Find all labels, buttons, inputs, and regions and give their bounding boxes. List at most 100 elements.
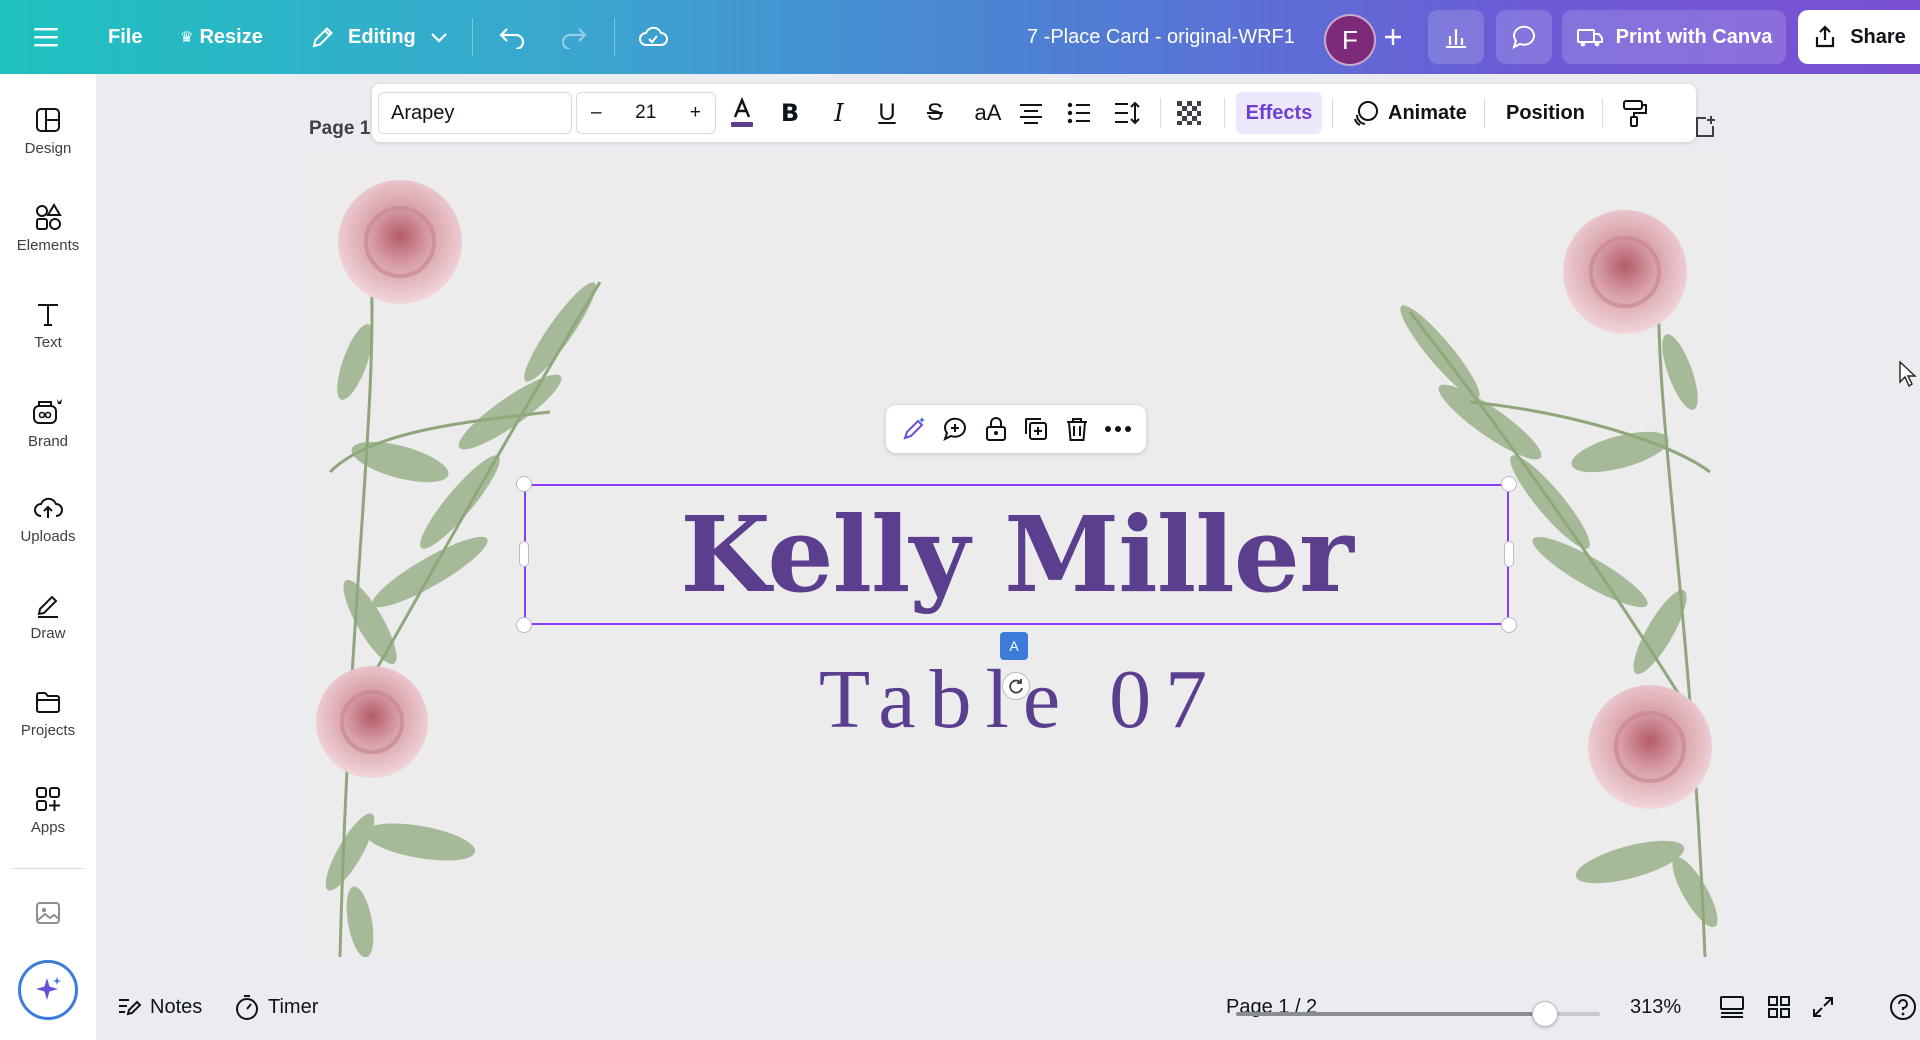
menu-button[interactable] bbox=[34, 0, 60, 74]
decrease-size-button[interactable]: – bbox=[591, 102, 602, 124]
resize-handle-right[interactable] bbox=[1504, 541, 1514, 567]
bar-chart-icon bbox=[1446, 29, 1466, 48]
page-indicator-button[interactable]: Page 1 / 2 bbox=[1226, 974, 1317, 1040]
copy-style-button[interactable] bbox=[1618, 96, 1652, 130]
brand-icon bbox=[33, 399, 62, 424]
lock-button[interactable] bbox=[980, 413, 1012, 445]
font-family-select[interactable]: Arapey bbox=[378, 92, 572, 134]
sidebar-item-elements[interactable]: Elements bbox=[0, 191, 96, 281]
sidebar-item-text[interactable]: Text bbox=[0, 288, 96, 378]
image-icon bbox=[36, 902, 60, 924]
position-button[interactable]: Position bbox=[1506, 92, 1585, 134]
timer-button[interactable]: Timer bbox=[234, 974, 318, 1040]
sidebar-item-apps[interactable]: Apps bbox=[0, 773, 96, 863]
sidebar-item-label: Elements bbox=[16, 237, 80, 254]
add-comment-button[interactable] bbox=[939, 413, 971, 445]
zoom-slider-handle[interactable] bbox=[1532, 1001, 1558, 1027]
notes-button[interactable]: Notes bbox=[116, 974, 202, 1040]
expand-icon bbox=[1813, 997, 1833, 1017]
document-title-text: 7 -Place Card - original-WRF1 bbox=[1027, 25, 1295, 48]
sidebar-item-draw[interactable]: Draw bbox=[0, 579, 96, 669]
effects-button[interactable]: Effects bbox=[1236, 92, 1322, 134]
pages-view-button[interactable] bbox=[1718, 974, 1746, 1040]
paint-roller-icon bbox=[1623, 100, 1647, 127]
undo-button[interactable] bbox=[498, 0, 526, 74]
sidebar-item-projects[interactable]: Projects bbox=[0, 676, 96, 766]
more-options-button[interactable] bbox=[1102, 413, 1134, 445]
add-collaborator-button[interactable] bbox=[1382, 0, 1404, 74]
text-color-button[interactable] bbox=[725, 96, 759, 130]
underline-button[interactable]: U bbox=[870, 96, 904, 130]
resize-button[interactable]: ♛ Resize bbox=[180, 0, 263, 74]
projects-icon bbox=[36, 692, 60, 713]
rotate-icon bbox=[1009, 679, 1023, 694]
list-button[interactable] bbox=[1062, 96, 1096, 130]
sidebar-item-label: Apps bbox=[30, 819, 66, 836]
insights-button[interactable] bbox=[1428, 10, 1484, 64]
resize-handle-bottom-left[interactable] bbox=[516, 617, 532, 633]
rotate-handle[interactable] bbox=[1002, 672, 1030, 700]
resize-label: Resize bbox=[199, 25, 263, 48]
increase-size-button[interactable]: + bbox=[690, 102, 701, 124]
divider bbox=[472, 18, 473, 56]
divider bbox=[614, 18, 615, 56]
magic-assistant-button[interactable] bbox=[18, 960, 78, 1020]
file-menu-button[interactable]: File bbox=[108, 0, 142, 74]
avatar[interactable]: F bbox=[1324, 14, 1376, 66]
transparency-button[interactable] bbox=[1172, 96, 1206, 130]
spacing-button[interactable] bbox=[1110, 96, 1144, 130]
strikethrough-button[interactable]: S bbox=[918, 96, 952, 130]
share-icon bbox=[1816, 25, 1835, 48]
comments-button[interactable] bbox=[1496, 10, 1552, 64]
zoom-slider-fill bbox=[1236, 1012, 1545, 1016]
italic-icon: I bbox=[834, 99, 844, 127]
magic-edit-button[interactable] bbox=[898, 413, 930, 445]
bold-button[interactable]: B bbox=[773, 96, 807, 130]
editing-mode-button[interactable]: Editing bbox=[310, 0, 448, 74]
fullscreen-button[interactable] bbox=[1810, 974, 1836, 1040]
letter-case-button[interactable]: aA bbox=[966, 96, 1010, 130]
bold-icon: B bbox=[780, 99, 800, 127]
comment-add-icon bbox=[943, 417, 966, 441]
sidebar-item-uploads[interactable]: Uploads bbox=[0, 482, 96, 572]
delete-button[interactable] bbox=[1061, 413, 1093, 445]
share-button[interactable]: Share bbox=[1798, 10, 1920, 64]
sidebar-item-design[interactable]: Design bbox=[0, 94, 96, 184]
text-color-icon bbox=[731, 97, 753, 127]
duplicate-button[interactable] bbox=[1020, 413, 1052, 445]
resize-handle-top-left[interactable] bbox=[516, 476, 532, 492]
undo-icon bbox=[499, 28, 525, 49]
grid-view-button[interactable] bbox=[1766, 974, 1792, 1040]
duplicate-icon bbox=[1025, 418, 1048, 440]
timer-icon bbox=[236, 995, 258, 1020]
hamburger-icon bbox=[34, 28, 58, 47]
font-size-value[interactable]: 21 bbox=[635, 102, 656, 124]
print-with-canva-button[interactable]: Print with Canva bbox=[1562, 10, 1786, 64]
animate-button[interactable]: Animate bbox=[1352, 92, 1467, 134]
sidebar-item-brand[interactable]: Brand bbox=[0, 385, 96, 475]
document-title[interactable]: 7 -Place Card - original-WRF1 bbox=[1027, 0, 1295, 74]
timer-label: Timer bbox=[268, 995, 319, 1018]
draw-icon bbox=[37, 595, 58, 618]
notes-icon bbox=[119, 999, 142, 1016]
file-label: File bbox=[108, 25, 143, 48]
plus-icon bbox=[1385, 29, 1401, 45]
sidebar-item-label: Uploads bbox=[20, 528, 76, 545]
zoom-level-button[interactable]: 313% bbox=[1630, 974, 1681, 1040]
resize-handle-bottom-right[interactable] bbox=[1501, 617, 1517, 633]
resize-handle-top-right[interactable] bbox=[1501, 476, 1517, 492]
italic-button[interactable]: I bbox=[822, 96, 856, 130]
avatar-initial: F bbox=[1342, 24, 1358, 55]
save-status-button[interactable] bbox=[638, 0, 668, 74]
align-button[interactable] bbox=[1014, 96, 1048, 130]
print-label: Print with Canva bbox=[1615, 25, 1773, 48]
elements-icon bbox=[36, 203, 62, 230]
table-number-text[interactable]: Table 07 bbox=[560, 650, 1480, 750]
font-size-stepper[interactable]: – 21 + bbox=[576, 92, 716, 134]
resize-handle-left[interactable] bbox=[519, 541, 529, 567]
help-button[interactable] bbox=[1888, 974, 1918, 1040]
translate-icon[interactable]: A bbox=[1000, 632, 1028, 660]
sidebar-divider bbox=[12, 868, 84, 869]
share-label: Share bbox=[1850, 25, 1906, 48]
redo-button[interactable] bbox=[560, 0, 588, 74]
